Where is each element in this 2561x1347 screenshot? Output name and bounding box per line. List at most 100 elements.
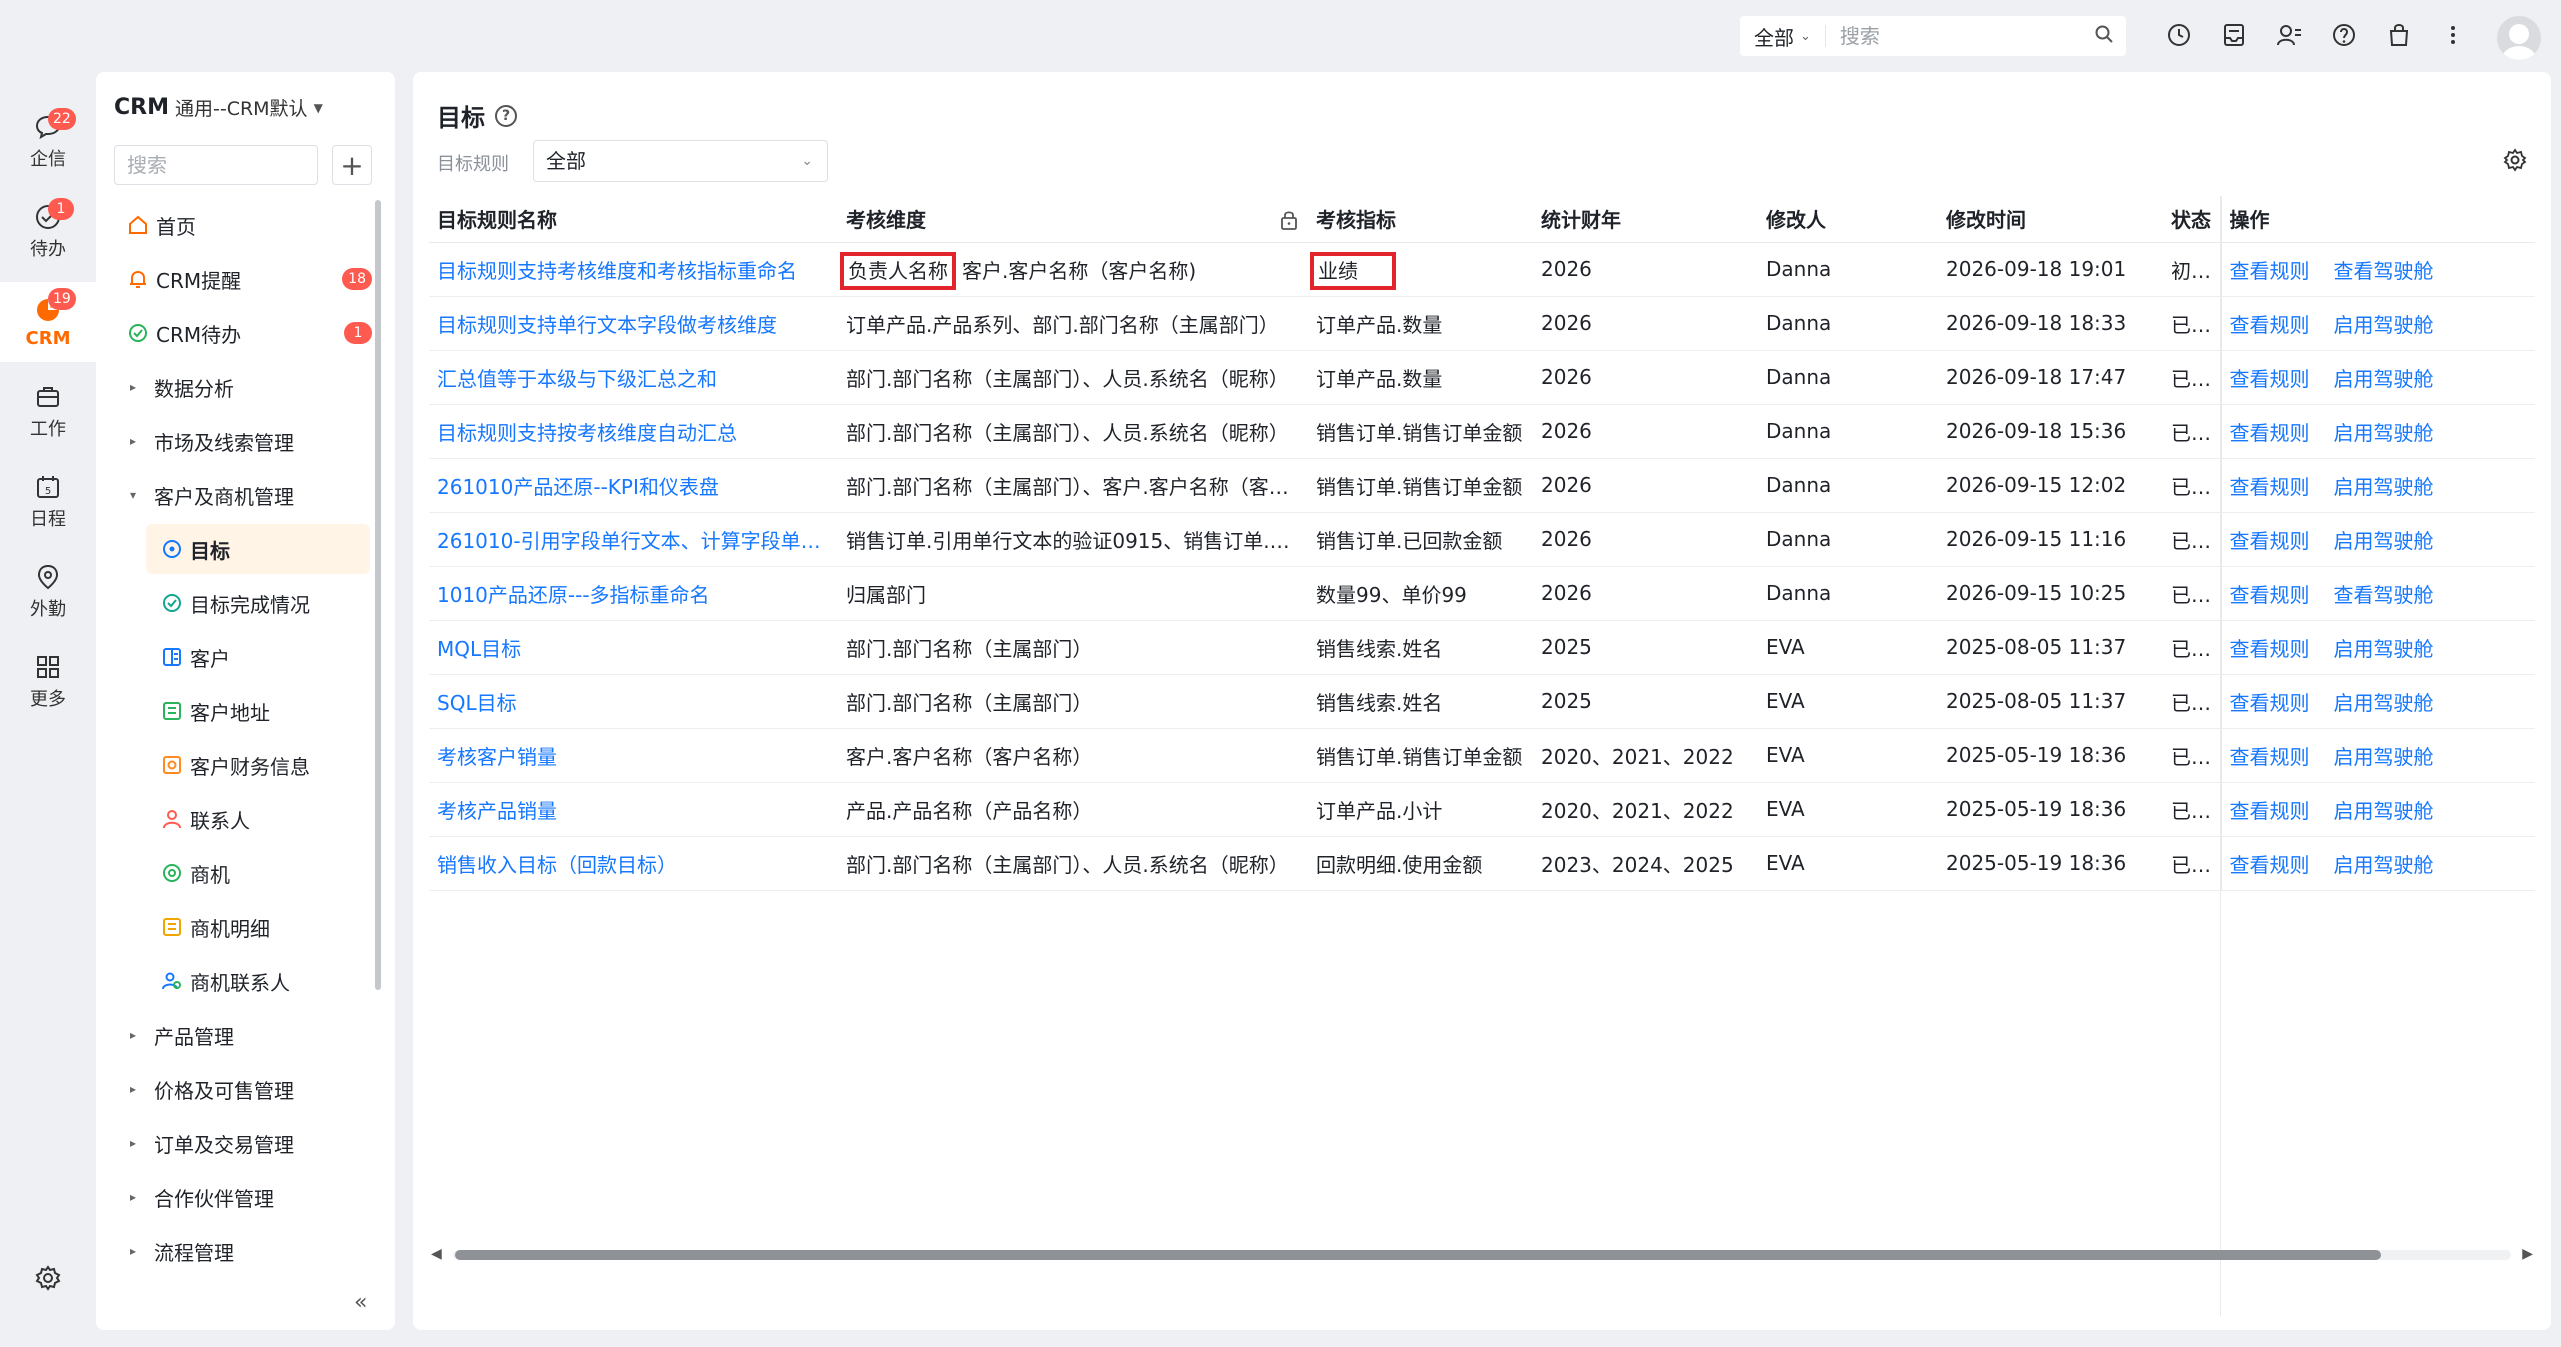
nav-item-opportunities[interactable]: 商机 <box>112 848 372 898</box>
rail-item-messages[interactable]: 企信 22 <box>0 102 96 182</box>
rule-name-link[interactable]: 目标规则支持单行文本字段做考核维度 <box>429 296 838 351</box>
search-icon[interactable] <box>2094 24 2114 49</box>
rule-name-link[interactable]: 目标规则支持按考核维度自动汇总 <box>429 404 838 459</box>
cockpit-link[interactable]: 启用驾驶舱 <box>2334 691 2434 715</box>
nav-item-opportunity-details[interactable]: 商机明细 <box>112 902 372 952</box>
rail-item-schedule[interactable]: 5 日程 <box>0 462 96 542</box>
nav-item-customer-address[interactable]: 客户地址 <box>112 686 372 736</box>
cockpit-link[interactable]: 启用驾驶舱 <box>2334 799 2434 823</box>
nav-item-opportunity-contacts[interactable]: 商机联系人 <box>112 956 372 1006</box>
rail-item-more[interactable]: 更多 <box>0 642 96 722</box>
view-rule-link[interactable]: 查看规则 <box>2230 799 2310 823</box>
column-header[interactable]: 修改时间 <box>1938 196 2163 243</box>
cockpit-link[interactable]: 查看驾驶舱 <box>2334 259 2434 283</box>
rule-name-link[interactable]: 销售收入目标（回款目标） <box>429 836 838 891</box>
rule-name-link[interactable]: 考核客户销量 <box>429 728 838 783</box>
view-rule-link[interactable]: 查看规则 <box>2230 421 2310 445</box>
view-rule-link[interactable]: 查看规则 <box>2230 313 2310 337</box>
nav-item-contacts[interactable]: 联系人 <box>112 794 372 844</box>
modifier-cell: Danna <box>1758 566 1938 621</box>
nav-item-goals[interactable]: 目标 <box>146 524 370 574</box>
scrollbar-thumb[interactable] <box>455 1250 2381 1260</box>
rule-name-link[interactable]: 261010产品还原--KPI和仪表盘 <box>429 458 838 513</box>
nav-group-process[interactable]: ▸ 流程管理 <box>112 1226 372 1276</box>
global-search-input[interactable] <box>1825 24 2086 48</box>
nav-item-crm-todo[interactable]: CRM待办 1 <box>112 308 372 358</box>
view-rule-link[interactable]: 查看规则 <box>2230 853 2310 877</box>
view-rule-link[interactable]: 查看规则 <box>2230 691 2310 715</box>
rail-item-todo[interactable]: 待办 1 <box>0 192 96 272</box>
crm-workspace-selector[interactable]: CRM 通用--CRM默认 ▼ <box>114 94 323 121</box>
rule-name-link[interactable]: 汇总值等于本级与下级汇总之和 <box>429 350 838 405</box>
view-rule-link[interactable]: 查看规则 <box>2230 475 2310 499</box>
cockpit-link[interactable]: 启用驾驶舱 <box>2334 367 2434 391</box>
nav-group-marketing-leads[interactable]: ▸ 市场及线索管理 <box>112 416 372 466</box>
contacts-icon[interactable] <box>2274 20 2304 50</box>
column-header[interactable]: 目标规则名称 <box>429 196 838 243</box>
inbox-icon[interactable] <box>2219 20 2249 50</box>
add-button[interactable]: + <box>332 145 372 185</box>
column-header[interactable]: 状态 <box>2163 196 2221 243</box>
rule-name-link[interactable]: 考核产品销量 <box>429 782 838 837</box>
nav-group-data-analysis[interactable]: ▸ 数据分析 <box>112 362 372 412</box>
nav-group-partners[interactable]: ▸ 合作伙伴管理 <box>112 1172 372 1222</box>
nav-group-product-management[interactable]: ▸ 产品管理 <box>112 1010 372 1060</box>
cockpit-link[interactable]: 启用驾驶舱 <box>2334 475 2434 499</box>
rule-name-link[interactable]: SQL目标 <box>429 674 838 729</box>
cockpit-link[interactable]: 启用驾驶舱 <box>2334 529 2434 553</box>
collapse-sidebar-icon[interactable]: « <box>354 1290 367 1315</box>
dimension-cell: 负责人名称 客户.客户名称（客户名称) <box>838 242 1308 297</box>
search-scope-dropdown[interactable]: 全部 ⌄ <box>1740 25 1826 50</box>
fiscal-year-cell: 2026 <box>1533 350 1758 405</box>
nav-search-input[interactable]: 搜索 <box>114 145 318 185</box>
table-settings-icon[interactable] <box>2503 148 2527 176</box>
bell-icon <box>126 267 150 291</box>
rule-name-link[interactable]: 261010-引用字段单行文本、计算字段单行文本 <box>429 512 838 567</box>
scroll-right-icon[interactable]: ▶ <box>2522 1246 2533 1262</box>
nav-item-goal-completion[interactable]: 目标完成情况 <box>112 578 372 628</box>
global-search[interactable]: 全部 ⌄ <box>1740 16 2126 56</box>
rail-item-label: 企信 <box>30 149 66 170</box>
cockpit-link[interactable]: 查看驾驶舱 <box>2334 583 2434 607</box>
column-header[interactable]: 考核维度 <box>838 196 1308 243</box>
column-header[interactable]: 考核指标 <box>1308 196 1533 243</box>
help-icon[interactable] <box>2329 20 2359 50</box>
cockpit-link[interactable]: 启用驾驶舱 <box>2334 853 2434 877</box>
column-header[interactable]: 修改人 <box>1758 196 1938 243</box>
lock-icon[interactable] <box>1280 210 1298 235</box>
rule-name-link[interactable]: 1010产品还原---多指标重命名 <box>429 566 838 621</box>
view-rule-link[interactable]: 查看规则 <box>2230 259 2310 283</box>
settings-gear-icon[interactable] <box>34 1264 62 1296</box>
rail-item-crm[interactable]: CRM 19 <box>0 282 96 362</box>
help-icon[interactable]: ? <box>495 104 517 127</box>
view-rule-link[interactable]: 查看规则 <box>2230 745 2310 769</box>
view-rule-link[interactable]: 查看规则 <box>2230 637 2310 661</box>
nav-item-customer-finance[interactable]: 客户财务信息 <box>112 740 372 790</box>
rule-name-link[interactable]: MQL目标 <box>429 620 838 675</box>
cockpit-link[interactable]: 启用驾驶舱 <box>2334 421 2434 445</box>
nav-group-orders[interactable]: ▸ 订单及交易管理 <box>112 1118 372 1168</box>
shopping-bag-icon[interactable] <box>2384 20 2414 50</box>
view-rule-link[interactable]: 查看规则 <box>2230 529 2310 553</box>
more-vertical-icon[interactable] <box>2438 20 2468 50</box>
view-rule-link[interactable]: 查看规则 <box>2230 367 2310 391</box>
nav-scrollbar[interactable] <box>375 200 381 990</box>
avatar[interactable] <box>2497 16 2541 60</box>
rail-item-work[interactable]: 工作 <box>0 372 96 452</box>
nav-group-customers-opportunities[interactable]: ▾ 客户及商机管理 <box>112 470 372 520</box>
clock-icon[interactable] <box>2164 20 2194 50</box>
nav-item-customers[interactable]: 客户 <box>112 632 372 682</box>
cockpit-link[interactable]: 启用驾驶舱 <box>2334 745 2434 769</box>
scroll-left-icon[interactable]: ◀ <box>431 1246 442 1262</box>
nav-item-home[interactable]: 首页 <box>112 200 372 250</box>
cockpit-link[interactable]: 启用驾驶舱 <box>2334 637 2434 661</box>
rule-filter-select[interactable]: 全部 ⌄ <box>533 140 828 182</box>
cockpit-link[interactable]: 启用驾驶舱 <box>2334 313 2434 337</box>
column-header[interactable]: 统计财年 <box>1533 196 1758 243</box>
nav-group-pricing[interactable]: ▸ 价格及可售管理 <box>112 1064 372 1114</box>
rail-item-field[interactable]: 外勤 <box>0 552 96 632</box>
horizontal-scrollbar[interactable]: ◀ ▶ <box>429 1244 2535 1266</box>
nav-item-crm-reminders[interactable]: CRM提醒 18 <box>112 254 372 304</box>
view-rule-link[interactable]: 查看规则 <box>2230 583 2310 607</box>
rule-name-link[interactable]: 目标规则支持考核维度和考核指标重命名 <box>429 242 838 297</box>
